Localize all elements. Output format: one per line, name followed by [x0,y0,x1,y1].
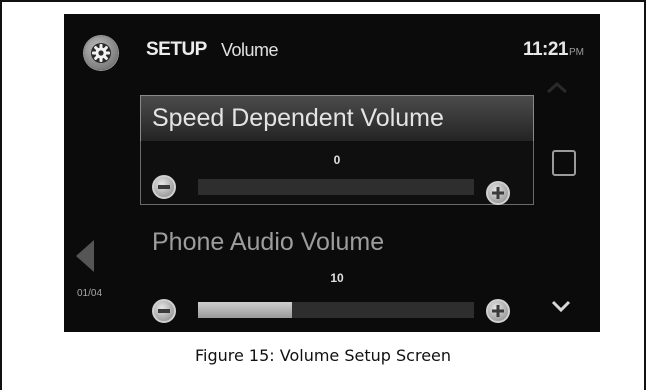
decrease-button[interactable] [152,299,176,323]
plus-icon [492,187,504,199]
setting-value: 10 [330,271,344,285]
setup-screen: SETUP Volume 11:21PM Speed Dependent Vol… [64,14,600,332]
page-indicator: 01/04 [77,288,103,299]
scroll-up-button[interactable] [542,76,572,96]
clock: 11:21PM [523,39,584,61]
setting-value: 0 [333,153,341,167]
increase-button[interactable] [486,299,510,323]
speed-dependent-volume-setting[interactable]: Speed Dependent Volume 0 [140,95,534,210]
header-bar: SETUP Volume 11:21PM [64,14,600,90]
setting-label: Phone Audio Volume [152,228,385,256]
triangle-left-icon [76,240,94,272]
figure-caption: Figure 15: Volume Setup Screen [194,346,452,365]
gear-icon [91,43,111,63]
scroll-down-button[interactable] [549,299,573,313]
section-title: SETUP [146,39,207,60]
page-title: Volume [221,40,279,60]
slider-fill [198,302,292,318]
clock-ampm: PM [569,47,584,58]
volume-slider[interactable] [198,179,474,195]
chevron-up-icon [547,81,567,94]
setting-label: Speed Dependent Volume [152,104,444,132]
plus-icon [492,305,504,317]
volume-slider[interactable] [198,302,474,318]
decrease-button[interactable] [152,175,176,199]
phone-audio-volume-setting[interactable]: Phone Audio Volume 10 [140,224,534,332]
setup-gear-button[interactable] [84,36,118,70]
chevron-down-icon [551,300,571,313]
minus-icon [158,309,170,313]
setting-body [140,141,534,205]
previous-page-button[interactable] [70,236,98,276]
clock-time: 11:21 [522,39,569,60]
option-checkbox[interactable] [552,150,576,176]
minus-icon [158,185,170,189]
increase-button[interactable] [486,181,510,205]
